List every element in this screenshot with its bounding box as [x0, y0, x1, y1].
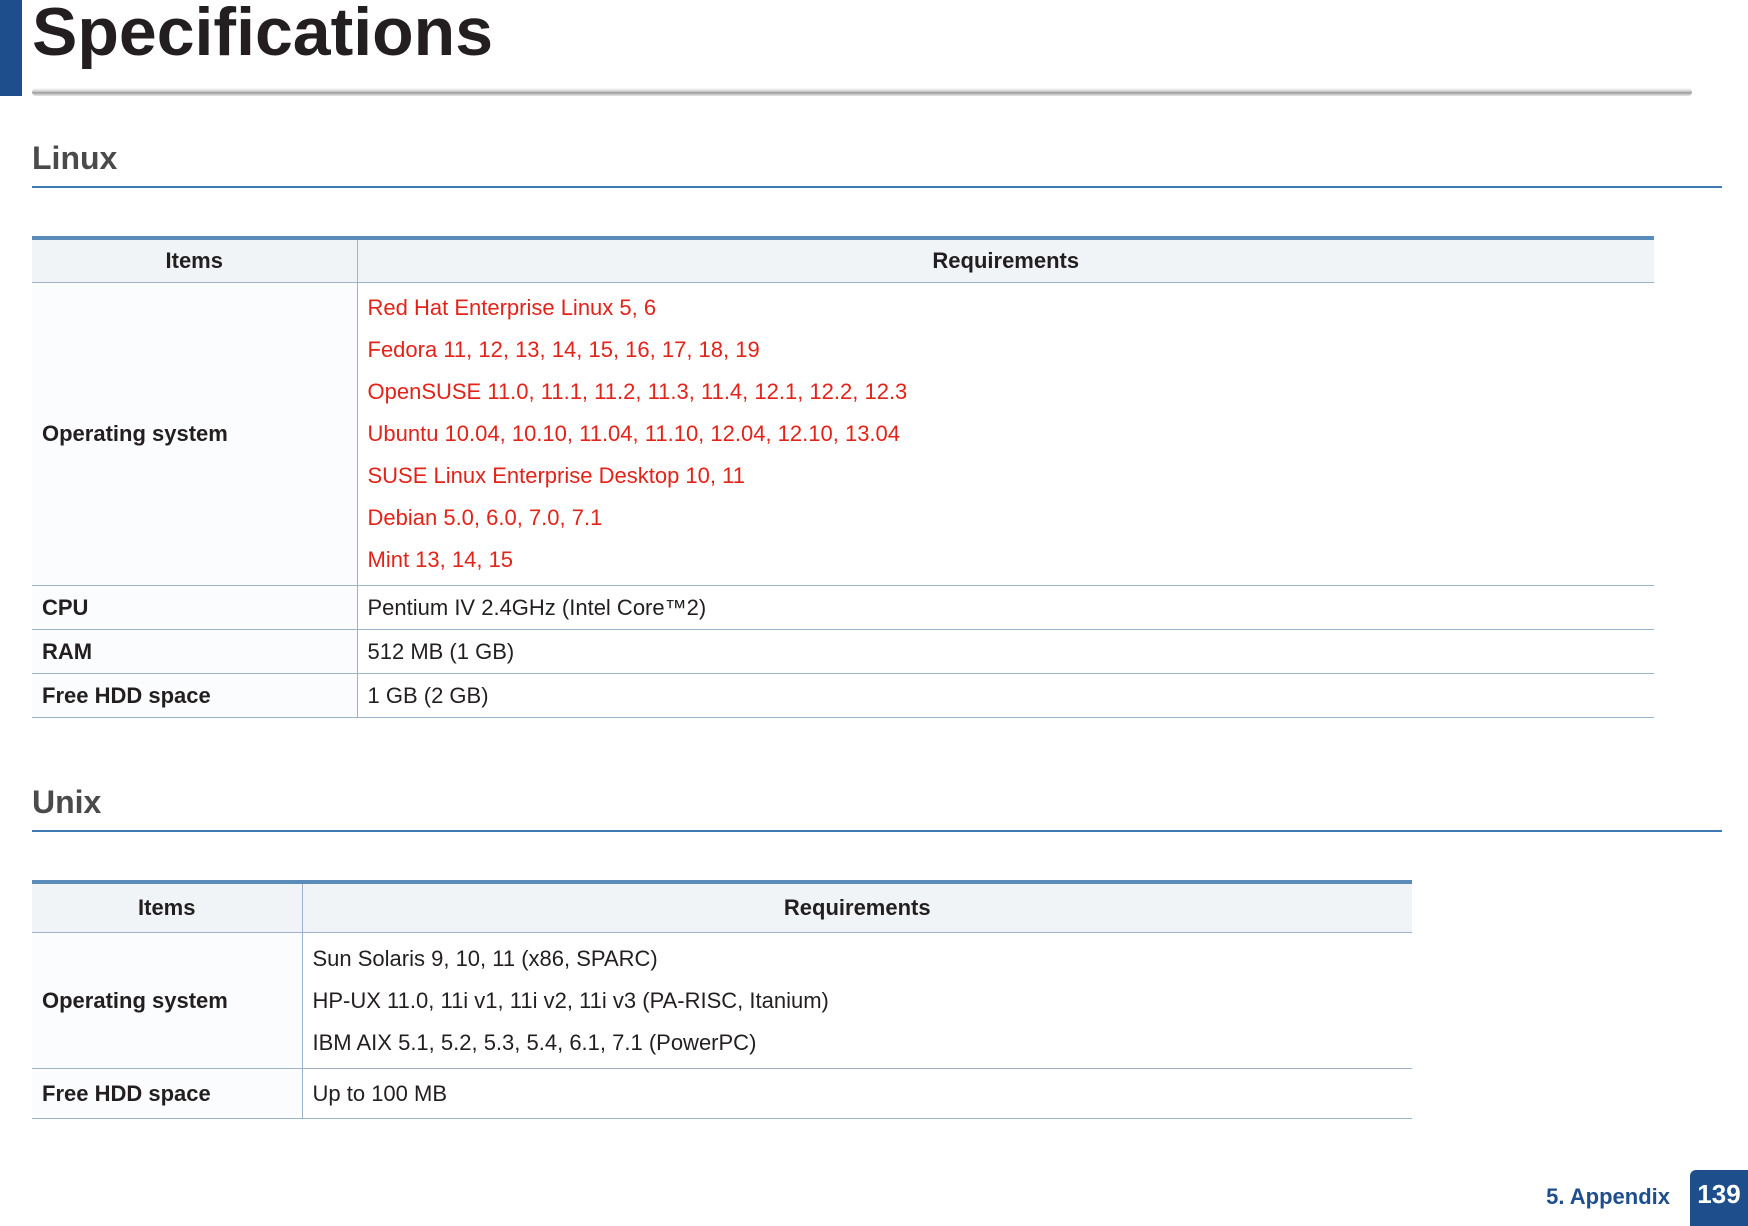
- os-entry: Sun Solaris 9, 10, 11 (x86, SPARC): [312, 945, 658, 971]
- column-header-requirements: Requirements: [356, 238, 1654, 283]
- os-entry: OpenSUSE 11.0, 11.1, 11.2, 11.3, 11.4, 1…: [367, 379, 908, 404]
- row-label-cpu: CPU: [32, 585, 357, 630]
- linux-requirements-table: Items Requirements Operating system Red …: [32, 236, 1654, 718]
- column-header-items: Items: [32, 882, 302, 933]
- os-entry: Mint 13, 14, 15: [367, 547, 514, 572]
- table-row: Operating system Red Hat Enterprise Linu…: [32, 282, 1654, 586]
- page-title: Specifications: [32, 0, 494, 70]
- row-value-free-hdd-space: Up to 100 MB: [301, 1068, 1412, 1119]
- title-divider: [32, 88, 1692, 96]
- os-entry: SUSE Linux Enterprise Desktop 10, 11: [367, 463, 745, 488]
- table-header-row: Items Requirements: [32, 882, 1412, 933]
- table-header-row: Items Requirements: [32, 238, 1654, 283]
- os-entry: Debian 5.0, 6.0, 7.0, 7.1: [367, 505, 603, 530]
- row-value-free-hdd-space: 1 GB (2 GB): [356, 673, 1654, 718]
- os-entry: HP-UX 11.0, 11i v1, 11i v2, 11i v3 (PA-R…: [312, 987, 829, 1013]
- row-value-operating-system: Red Hat Enterprise Linux 5, 6 Fedora 11,…: [356, 282, 1654, 586]
- row-value-cpu: Pentium IV 2.4GHz (Intel Core™2): [356, 585, 1654, 630]
- row-value-ram: 512 MB (1 GB): [356, 629, 1654, 674]
- row-label-free-hdd-space: Free HDD space: [32, 1068, 302, 1119]
- unix-requirements-table: Items Requirements Operating system Sun …: [32, 880, 1412, 1119]
- unix-heading: Unix: [32, 784, 102, 820]
- os-entry: Ubuntu 10.04, 10.10, 11.04, 11.10, 12.04…: [367, 421, 901, 446]
- row-value-operating-system: Sun Solaris 9, 10, 11 (x86, SPARC) HP-UX…: [301, 932, 1412, 1069]
- row-label-operating-system: Operating system: [32, 932, 302, 1069]
- column-header-items: Items: [32, 238, 357, 283]
- column-header-requirements: Requirements: [301, 882, 1412, 933]
- title-accent-bar: [0, 0, 22, 96]
- page-number-badge: 139: [1690, 1170, 1748, 1226]
- os-entry: Fedora 11, 12, 13, 14, 15, 16, 17, 18, 1…: [367, 337, 760, 362]
- table-row: RAM 512 MB (1 GB): [32, 629, 1654, 674]
- unix-divider: [32, 830, 1722, 832]
- linux-heading: Linux: [32, 140, 118, 176]
- table-row: Operating system Sun Solaris 9, 10, 11 (…: [32, 932, 1412, 1069]
- table-row: Free HDD space Up to 100 MB: [32, 1068, 1412, 1119]
- row-label-ram: RAM: [32, 629, 357, 674]
- row-label-operating-system: Operating system: [32, 282, 357, 586]
- os-entry: IBM AIX 5.1, 5.2, 5.3, 5.4, 6.1, 7.1 (Po…: [312, 1029, 757, 1055]
- os-entry: Red Hat Enterprise Linux 5, 6: [367, 295, 657, 320]
- footer-section-label: 5. Appendix: [1546, 1184, 1670, 1209]
- linux-divider: [32, 186, 1722, 188]
- table-row: CPU Pentium IV 2.4GHz (Intel Core™2): [32, 585, 1654, 630]
- table-row: Free HDD space 1 GB (2 GB): [32, 673, 1654, 718]
- row-label-free-hdd-space: Free HDD space: [32, 673, 357, 718]
